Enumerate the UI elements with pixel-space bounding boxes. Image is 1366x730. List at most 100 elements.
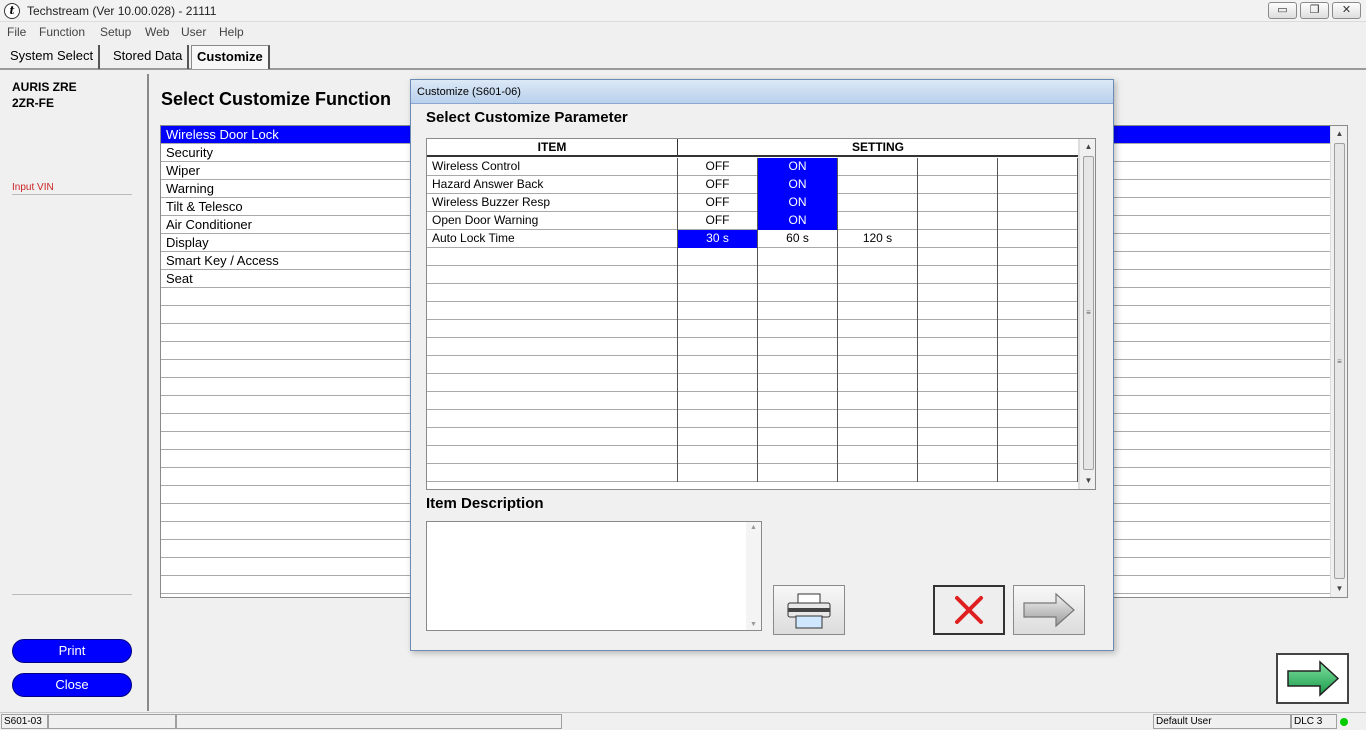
empty-setting-cell — [838, 212, 918, 230]
next-button[interactable] — [1276, 653, 1349, 704]
empty-grid-row — [427, 446, 1079, 464]
scroll-thumb[interactable]: ≡ — [1083, 156, 1094, 470]
empty-setting-cell — [758, 266, 838, 284]
setting-option[interactable]: 120 s — [838, 230, 918, 248]
close-window-button[interactable]: ✕ — [1332, 2, 1361, 19]
empty-grid-row — [427, 338, 1079, 356]
empty-setting-cell — [998, 428, 1078, 446]
description-scrollbar[interactable]: ▲ ▼ — [746, 522, 761, 630]
setting-option[interactable]: OFF — [678, 158, 758, 176]
setting-option[interactable]: OFF — [678, 176, 758, 194]
tab-stored-data[interactable]: Stored Data — [108, 45, 190, 69]
item-description-text — [427, 522, 761, 530]
empty-setting-cell — [758, 302, 838, 320]
dialog-next-button[interactable] — [1013, 585, 1085, 635]
empty-setting-cell — [838, 356, 918, 374]
menu-web[interactable]: Web — [145, 25, 169, 39]
setting-option[interactable]: ON — [758, 176, 838, 194]
empty-grid-row — [427, 392, 1079, 410]
grid-scroll-track[interactable]: ▲ ≡ ▼ — [1079, 139, 1095, 489]
menu-function[interactable]: Function — [39, 25, 85, 39]
empty-setting-cell — [758, 392, 838, 410]
minimize-button[interactable]: ▭ — [1268, 2, 1297, 19]
tab-bar: System Select Stored Data Customize — [0, 42, 1366, 70]
setting-option[interactable]: OFF — [678, 194, 758, 212]
dialog-heading: Select Customize Parameter — [426, 109, 628, 126]
empty-setting-cell — [678, 392, 758, 410]
empty-setting-cell — [998, 212, 1078, 230]
empty-setting-cell — [918, 392, 998, 410]
parameter-row: Open Door Warning OFF ON — [427, 212, 1079, 230]
empty-setting-cell — [838, 158, 918, 176]
column-header-setting: SETTING — [678, 139, 1079, 157]
empty-setting-cell — [758, 320, 838, 338]
empty-setting-cell — [998, 446, 1078, 464]
scroll-up-icon[interactable]: ▲ — [1080, 139, 1095, 155]
print-button[interactable]: Print — [12, 639, 132, 663]
empty-setting-cell — [758, 338, 838, 356]
parameter-item-name: Wireless Control — [427, 158, 678, 176]
empty-grid-row — [427, 464, 1079, 482]
empty-setting-cell — [998, 374, 1078, 392]
print-dialog-button[interactable] — [773, 585, 845, 635]
menu-help[interactable]: Help — [219, 25, 244, 39]
setting-option[interactable]: ON — [758, 212, 838, 230]
empty-setting-cell — [918, 410, 998, 428]
status-cell — [48, 714, 176, 729]
grip-icon: ≡ — [1337, 357, 1342, 366]
parameter-item-name — [427, 446, 678, 464]
empty-setting-cell — [838, 320, 918, 338]
setting-option[interactable]: 60 s — [758, 230, 838, 248]
setting-option[interactable]: OFF — [678, 212, 758, 230]
empty-setting-cell — [998, 320, 1078, 338]
tab-customize[interactable]: Customize — [191, 45, 270, 69]
empty-setting-cell — [998, 266, 1078, 284]
list-scrollbar[interactable]: ▲ ≡ ▼ — [1330, 126, 1347, 597]
empty-setting-cell — [918, 158, 998, 176]
scroll-down-icon[interactable]: ▼ — [1080, 473, 1095, 489]
setting-option[interactable]: ON — [758, 158, 838, 176]
setting-option[interactable]: ON — [758, 194, 838, 212]
parameter-item-name — [427, 302, 678, 320]
empty-setting-cell — [838, 194, 918, 212]
parameter-item-name: Open Door Warning — [427, 212, 678, 230]
tab-system-select[interactable]: System Select — [5, 45, 101, 69]
empty-setting-cell — [838, 392, 918, 410]
arrow-right-disabled-icon — [1023, 592, 1075, 628]
menu-user[interactable]: User — [181, 25, 206, 39]
scroll-thumb[interactable]: ≡ — [1334, 143, 1345, 579]
item-description-box[interactable]: ▲ ▼ — [426, 521, 762, 631]
cancel-button[interactable] — [933, 585, 1005, 635]
menu-file[interactable]: File — [7, 25, 26, 39]
empty-setting-cell — [758, 464, 838, 482]
empty-setting-cell — [998, 230, 1078, 248]
empty-setting-cell — [838, 410, 918, 428]
scroll-up-icon[interactable]: ▲ — [746, 524, 761, 531]
empty-setting-cell — [918, 230, 998, 248]
empty-grid-row — [427, 266, 1079, 284]
parameter-item-name — [427, 266, 678, 284]
empty-setting-cell — [838, 338, 918, 356]
empty-setting-cell — [838, 374, 918, 392]
empty-setting-cell — [758, 446, 838, 464]
vehicle-info-panel: AURIS ZRE 2ZR-FE Input VIN Print Close — [3, 74, 149, 711]
empty-setting-cell — [918, 464, 998, 482]
empty-setting-cell — [758, 428, 838, 446]
printer-icon — [787, 593, 831, 629]
empty-grid-row — [427, 410, 1079, 428]
cancel-x-icon — [955, 596, 983, 624]
setting-option[interactable]: 30 s — [678, 230, 758, 248]
parameter-item-name — [427, 410, 678, 428]
close-button[interactable]: Close — [12, 673, 132, 697]
restore-button[interactable]: ❐ — [1300, 2, 1329, 19]
menu-setup[interactable]: Setup — [100, 25, 131, 39]
input-vin-link[interactable]: Input VIN — [12, 182, 54, 193]
status-cell — [176, 714, 562, 729]
scroll-down-icon[interactable]: ▼ — [746, 621, 761, 628]
empty-setting-cell — [758, 410, 838, 428]
parameter-item-name — [427, 464, 678, 482]
scroll-down-icon[interactable]: ▼ — [1331, 581, 1347, 597]
grid-scrollbar[interactable]: ▲ ≡ ▼ — [1078, 139, 1095, 489]
scroll-up-icon[interactable]: ▲ — [1331, 126, 1347, 142]
empty-setting-cell — [678, 464, 758, 482]
